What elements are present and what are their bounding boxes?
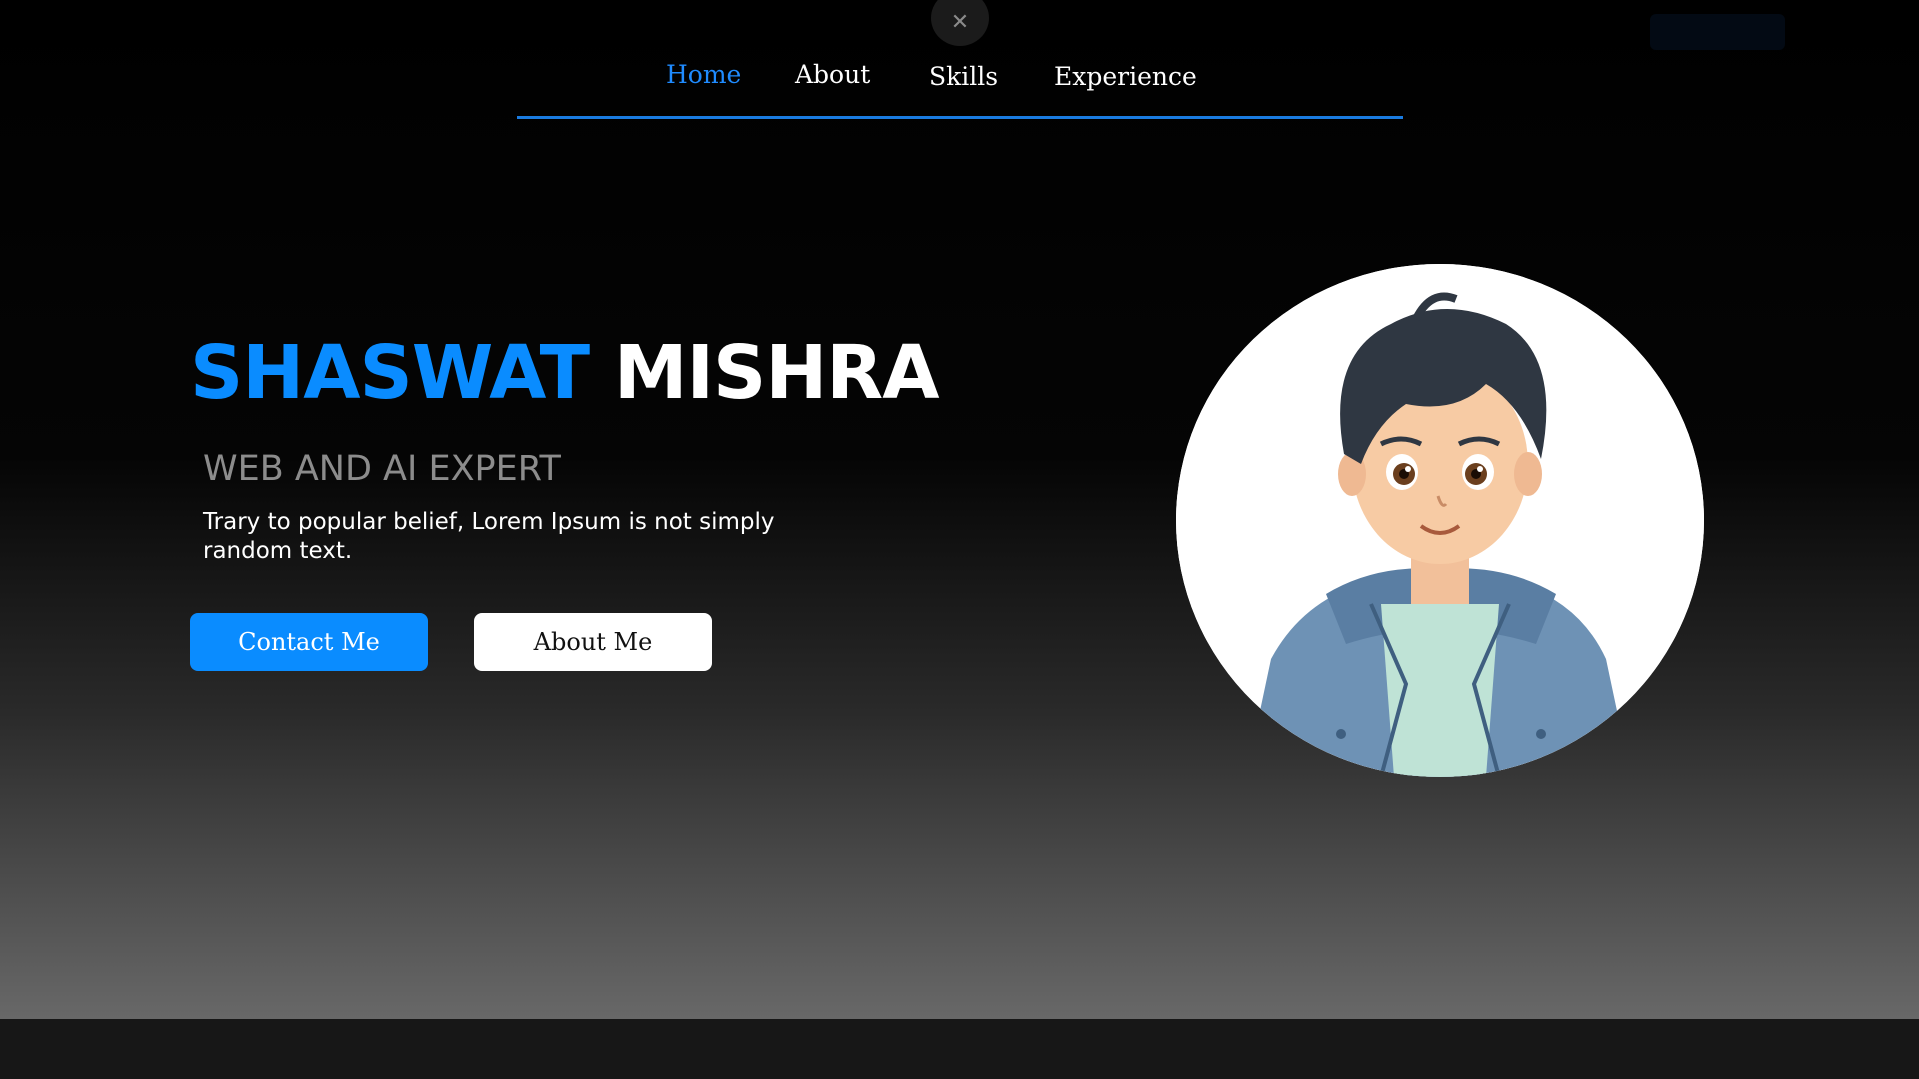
main-nav: Home About Skills Experience: [517, 58, 1403, 118]
bottom-bar: [0, 1019, 1919, 1079]
top-right-ghost-button: [1650, 14, 1785, 50]
hero-description: Trary to popular belief, Lorem Ipsum is …: [203, 509, 775, 564]
nav-item-skills[interactable]: Skills: [929, 62, 998, 91]
nav-item-home[interactable]: Home: [666, 60, 741, 89]
hero-last-name: MISHRA: [613, 330, 940, 416]
avatar: [1176, 264, 1704, 777]
avatar-illustration: [1176, 264, 1704, 777]
contact-me-button[interactable]: Contact Me: [190, 613, 428, 671]
hero-first-name: SHASWAT: [190, 330, 590, 416]
hero-name: SHASWAT MISHRA: [190, 330, 940, 416]
hero-subtitle: WEB AND AI EXPERT: [203, 449, 561, 489]
nav-underline: [517, 116, 1403, 119]
nav-item-about[interactable]: About: [795, 60, 870, 89]
nav-item-experience[interactable]: Experience: [1054, 62, 1197, 91]
close-icon: ✕: [950, 9, 970, 35]
about-me-button[interactable]: About Me: [474, 613, 712, 671]
